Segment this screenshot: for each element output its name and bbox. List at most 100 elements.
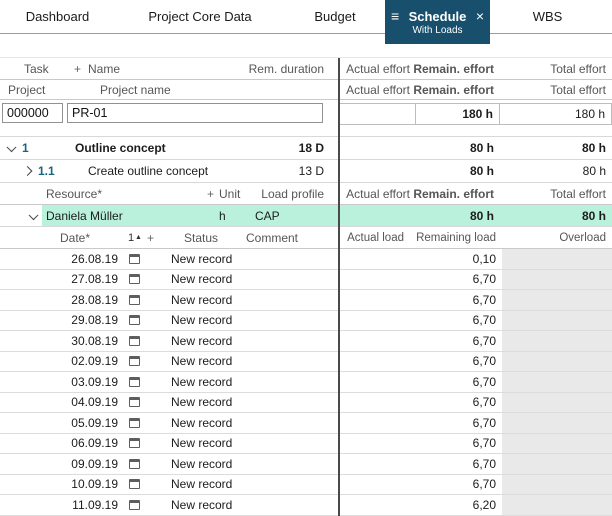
calendar-icon[interactable] xyxy=(129,438,140,448)
remaining-load-cell[interactable]: 0,10 xyxy=(410,249,502,269)
task-number[interactable]: 1.1 xyxy=(38,160,55,182)
date-cell[interactable]: 05.09.19 xyxy=(58,413,118,433)
date-cell[interactable]: 02.09.19 xyxy=(58,352,118,372)
remaining-load-cell[interactable]: 6,70 xyxy=(410,352,502,372)
remaining-load-cell[interactable]: 6,70 xyxy=(410,393,502,413)
load-row: 06.09.19 New record 6,70 xyxy=(0,434,612,455)
remaining-load-cell[interactable]: 6,70 xyxy=(410,454,502,474)
tab-dashboard[interactable]: Dashboard xyxy=(0,0,115,33)
resource-name[interactable]: Daniela Müller xyxy=(46,205,123,226)
task-name[interactable]: Create outline concept xyxy=(88,160,208,182)
calendar-icon[interactable] xyxy=(129,459,140,469)
status-cell[interactable]: New record xyxy=(171,393,232,413)
calendar-icon[interactable] xyxy=(129,315,140,325)
actual-load-cell[interactable] xyxy=(340,311,410,331)
load-row: 03.09.19 New record 6,70 xyxy=(0,372,612,393)
tab-schedule-sublabel: With Loads xyxy=(385,25,490,36)
calendar-icon[interactable] xyxy=(129,356,140,366)
date-cell[interactable]: 30.08.19 xyxy=(58,331,118,351)
tab-schedule[interactable]: ≡ Schedule × With Loads xyxy=(385,0,490,44)
status-cell[interactable]: New record xyxy=(171,311,232,331)
sort-order-number[interactable]: 1 xyxy=(128,227,134,248)
resource-row[interactable]: Daniela Müller h CAP 80 h 80 h xyxy=(0,205,612,227)
actual-load-cell[interactable] xyxy=(340,331,410,351)
actual-load-cell[interactable] xyxy=(340,290,410,310)
status-cell[interactable]: New record xyxy=(171,331,232,351)
remaining-load-cell[interactable]: 6,70 xyxy=(410,290,502,310)
actual-load-cell[interactable] xyxy=(340,249,410,269)
remaining-load-cell[interactable]: 6,70 xyxy=(410,413,502,433)
task-number[interactable]: 1 xyxy=(22,137,29,159)
calendar-cell xyxy=(129,434,140,454)
calendar-icon[interactable] xyxy=(129,377,140,387)
remaining-load-cell[interactable]: 6,70 xyxy=(410,475,502,495)
actual-load-cell[interactable] xyxy=(340,495,410,515)
date-cell[interactable]: 06.09.19 xyxy=(58,434,118,454)
calendar-icon[interactable] xyxy=(129,336,140,346)
resource-header-actual-effort: Actual effort xyxy=(340,183,416,204)
status-cell[interactable]: New record xyxy=(171,475,232,495)
chevron-right-icon[interactable] xyxy=(23,166,33,176)
actual-load-cell[interactable] xyxy=(340,475,410,495)
project-actual-effort-cell xyxy=(340,103,416,125)
add-task-button[interactable]: + xyxy=(74,58,81,79)
date-cell[interactable]: 26.08.19 xyxy=(58,249,118,269)
remaining-load-cell[interactable]: 6,70 xyxy=(410,270,502,290)
tab-wbs[interactable]: WBS xyxy=(490,0,605,33)
status-cell[interactable]: New record xyxy=(171,352,232,372)
status-cell[interactable]: New record xyxy=(171,434,232,454)
tab-budget[interactable]: Budget xyxy=(285,0,385,33)
remaining-load-cell[interactable]: 6,70 xyxy=(410,372,502,392)
add-load-record-button[interactable]: + xyxy=(147,227,154,248)
date-cell[interactable]: 27.08.19 xyxy=(58,270,118,290)
status-cell[interactable]: New record xyxy=(171,372,232,392)
task-name[interactable]: Outline concept xyxy=(75,137,166,159)
menu-icon[interactable]: ≡ xyxy=(391,9,399,23)
load-row: 04.09.19 New record 6,70 xyxy=(0,393,612,414)
actual-load-cell[interactable] xyxy=(340,372,410,392)
overload-cell xyxy=(502,393,612,413)
remaining-load-cell[interactable]: 6,20 xyxy=(410,495,502,515)
calendar-icon[interactable] xyxy=(129,295,140,305)
calendar-icon[interactable] xyxy=(129,479,140,489)
actual-load-cell[interactable] xyxy=(340,434,410,454)
date-cell[interactable]: 28.08.19 xyxy=(58,290,118,310)
date-cell[interactable]: 04.09.19 xyxy=(58,393,118,413)
tab-project-core-data[interactable]: Project Core Data xyxy=(115,0,285,33)
status-cell[interactable]: New record xyxy=(171,495,232,515)
status-cell[interactable]: New record xyxy=(171,290,232,310)
sort-ascending-icon[interactable]: ▲ xyxy=(135,227,142,248)
status-cell[interactable]: New record xyxy=(171,454,232,474)
calendar-icon[interactable] xyxy=(129,397,140,407)
calendar-icon[interactable] xyxy=(129,274,140,284)
actual-load-cell[interactable] xyxy=(340,454,410,474)
actual-load-cell[interactable] xyxy=(340,352,410,372)
status-cell[interactable]: New record xyxy=(171,413,232,433)
close-icon[interactable]: × xyxy=(476,9,484,23)
calendar-icon[interactable] xyxy=(129,418,140,428)
remaining-load-cell[interactable]: 6,70 xyxy=(410,311,502,331)
status-cell[interactable]: New record xyxy=(171,270,232,290)
add-resource-button[interactable]: + xyxy=(207,183,214,204)
date-cell[interactable]: 09.09.19 xyxy=(58,454,118,474)
column-header-unit: Unit xyxy=(219,183,240,204)
resource-header-remain-effort: Remain. effort xyxy=(416,183,500,204)
column-header-load-profile: Load profile xyxy=(261,183,324,204)
chevron-down-icon[interactable] xyxy=(7,142,17,152)
actual-load-cell[interactable] xyxy=(340,393,410,413)
project-id-input[interactable] xyxy=(2,103,63,123)
actual-load-cell[interactable] xyxy=(340,270,410,290)
calendar-icon[interactable] xyxy=(129,500,140,510)
date-cell[interactable]: 10.09.19 xyxy=(58,475,118,495)
project-name-input[interactable] xyxy=(67,103,323,123)
status-cell[interactable]: New record xyxy=(171,249,232,269)
date-cell[interactable]: 11.09.19 xyxy=(58,495,118,515)
calendar-icon[interactable] xyxy=(129,254,140,264)
actual-load-cell[interactable] xyxy=(340,413,410,433)
remaining-load-cell[interactable]: 6,70 xyxy=(410,434,502,454)
task-row-1: 1 Outline concept 18 D 80 h 80 h xyxy=(0,136,612,160)
date-cell[interactable]: 03.09.19 xyxy=(58,372,118,392)
date-cell[interactable]: 29.08.19 xyxy=(58,311,118,331)
spacer-row xyxy=(0,127,612,136)
remaining-load-cell[interactable]: 6,70 xyxy=(410,331,502,351)
